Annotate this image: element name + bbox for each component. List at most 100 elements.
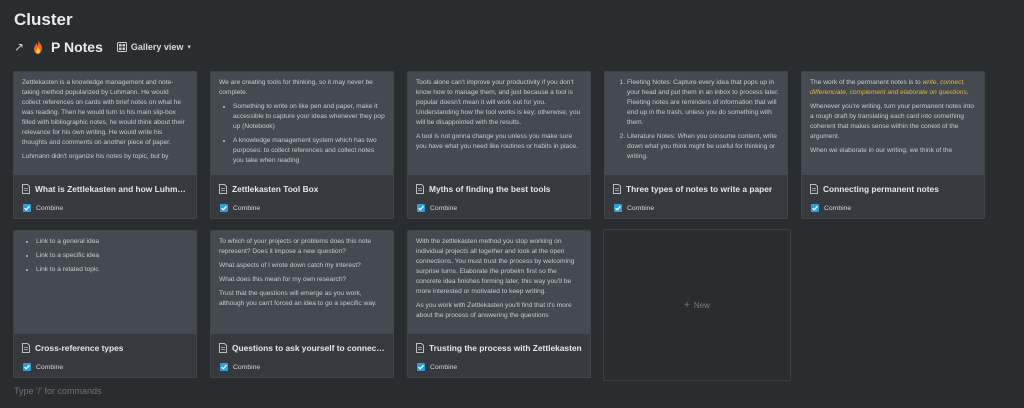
fire-icon — [34, 40, 42, 54]
check-icon — [615, 205, 621, 211]
combine-label: Combine — [36, 363, 64, 371]
preview-paragraph: Whenever you're writing, turn your perma… — [810, 103, 974, 140]
combine-label: Combine — [233, 204, 261, 212]
preview-text: The work of the permanent notes is to — [810, 79, 923, 86]
combine-property: Combine — [417, 203, 457, 213]
check-icon — [221, 364, 227, 370]
combine-checkbox[interactable] — [811, 204, 819, 212]
combine-checkbox[interactable] — [220, 363, 228, 371]
preview-paragraph: Zettlekasten is a knowledge management a… — [22, 79, 185, 146]
preview-paragraph: When we elaborate in our writing, we thi… — [810, 147, 953, 154]
card-title-row[interactable]: Questions to ask yourself to connect n..… — [219, 341, 387, 355]
card-title: Zettlekasten Tool Box — [232, 184, 319, 194]
combine-property: Combine — [23, 362, 63, 372]
preview-paragraph: What does this mean for my own research? — [219, 276, 347, 283]
card-preview: Fleeting Notes: Capture every idea that … — [605, 72, 787, 175]
card-title: What is Zettlekasten and how Luhmann... — [35, 184, 190, 194]
card-title-row[interactable]: What is Zettlekasten and how Luhmann... — [22, 182, 190, 196]
gallery-card[interactable]: To which of your projects or problems do… — [210, 230, 394, 378]
gallery-card[interactable]: Zettlekasten is a knowledge management a… — [13, 71, 197, 219]
page-icon — [416, 184, 424, 194]
page-icon — [613, 184, 621, 194]
combine-property: Combine — [220, 203, 260, 213]
gallery-card[interactable]: Tools alone can't improve your productiv… — [407, 71, 591, 219]
page-title: Cluster — [14, 10, 73, 29]
card-title: Myths of finding the best tools — [429, 184, 551, 194]
gallery-card[interactable]: Link to a general idea Link to a specific… — [13, 230, 197, 378]
preview-paragraph: The work of the permanent notes is to wr… — [810, 78, 976, 98]
page-icon — [416, 343, 424, 353]
combine-checkbox[interactable] — [23, 363, 31, 371]
combine-checkbox[interactable] — [614, 204, 622, 212]
gallery-card[interactable]: We are creating tools for thinking, so i… — [210, 71, 394, 219]
preview-list: Something to write on like pen and paper… — [219, 102, 385, 166]
card-preview: Tools alone can't improve your productiv… — [408, 72, 590, 175]
combine-label: Combine — [824, 204, 852, 212]
gallery-card[interactable]: With the zettlekasten method you stop wo… — [407, 230, 591, 378]
preview-paragraph: Trust that the questions will emerge as … — [219, 290, 377, 307]
plus-icon: + — [684, 299, 690, 311]
preview-list-item: Fleeting Notes: Capture every idea that … — [627, 78, 779, 128]
card-preview: The work of the permanent notes is to wr… — [802, 72, 984, 175]
view-switcher[interactable]: Gallery view ▾ — [116, 42, 191, 52]
preview-paragraph: As you work with Zettlekasten you'll fin… — [416, 302, 572, 319]
combine-label: Combine — [430, 363, 458, 371]
preview-paragraph: Luhmann didn't organize his notes by top… — [22, 153, 169, 160]
combine-label: Combine — [430, 204, 458, 212]
card-title-row[interactable]: Trusting the process with Zettlekasten — [416, 341, 584, 355]
card-title-row[interactable]: Myths of finding the best tools — [416, 182, 584, 196]
check-icon — [221, 205, 227, 211]
preview-paragraph: With the zettlekasten method you stop wo… — [416, 238, 575, 295]
card-title: Connecting permanent notes — [823, 184, 939, 194]
preview-paragraph: We are creating tools for thinking, so i… — [219, 79, 373, 96]
preview-paragraph: What aspects of I wrote down catch my in… — [219, 262, 361, 269]
page-icon — [810, 184, 818, 194]
database-title[interactable]: P Notes — [51, 39, 103, 55]
combine-checkbox[interactable] — [23, 204, 31, 212]
command-hint: Type '/' for commands — [14, 386, 102, 396]
card-title-row[interactable]: Connecting permanent notes — [810, 182, 978, 196]
preview-list: Fleeting Notes: Capture every idea that … — [613, 78, 779, 162]
combine-property: Combine — [23, 203, 63, 213]
check-icon — [418, 364, 424, 370]
page-icon — [219, 343, 227, 353]
combine-label: Combine — [233, 363, 261, 371]
preview-list-item: Literature Notes: When you consume conte… — [627, 132, 779, 162]
preview-list-item: Link to a related topic — [36, 265, 188, 275]
combine-property: Combine — [811, 203, 851, 213]
view-label: Gallery view — [130, 42, 184, 52]
card-title-row[interactable]: Cross-reference types — [22, 341, 190, 355]
card-preview: Zettlekasten is a knowledge management a… — [14, 72, 196, 175]
combine-checkbox[interactable] — [220, 204, 228, 212]
check-icon — [418, 205, 424, 211]
card-preview: Link to a general idea Link to a specific… — [14, 231, 196, 334]
check-icon — [24, 205, 30, 211]
page-icon — [22, 343, 30, 353]
gallery-icon — [116, 42, 127, 52]
arrow-up-right-icon[interactable]: ↗ — [14, 40, 26, 54]
card-title: Cross-reference types — [35, 343, 124, 353]
combine-checkbox[interactable] — [417, 363, 425, 371]
check-icon — [812, 205, 818, 211]
card-title: Questions to ask yourself to connect n..… — [232, 343, 387, 353]
page-icon — [22, 184, 30, 194]
combine-property: Combine — [417, 362, 457, 372]
preview-paragraph: To which of your projects or problems do… — [219, 238, 372, 255]
preview-list-item: A knowledge management system which has … — [233, 136, 385, 166]
preview-list-item: Link to a specific idea — [36, 251, 188, 261]
card-title-row[interactable]: Zettlekasten Tool Box — [219, 182, 387, 196]
card-preview: To which of your projects or problems do… — [211, 231, 393, 334]
preview-list: Link to a general idea Link to a specific… — [22, 237, 188, 275]
gallery-card[interactable]: Fleeting Notes: Capture every idea that … — [604, 71, 788, 219]
combine-label: Combine — [627, 204, 655, 212]
combine-label: Combine — [36, 204, 64, 212]
card-title-row[interactable]: Three types of notes to write a paper — [613, 182, 781, 196]
card-title: Trusting the process with Zettlekasten — [429, 343, 582, 353]
preview-paragraph: A tool is not gonna change you unless yo… — [416, 133, 579, 150]
combine-property: Combine — [614, 203, 654, 213]
gallery-card[interactable]: The work of the permanent notes is to wr… — [801, 71, 985, 219]
new-card-button[interactable]: + New — [603, 229, 791, 381]
preview-paragraph: Tools alone can't improve your productiv… — [416, 79, 581, 126]
combine-checkbox[interactable] — [417, 204, 425, 212]
page-icon — [219, 184, 227, 194]
